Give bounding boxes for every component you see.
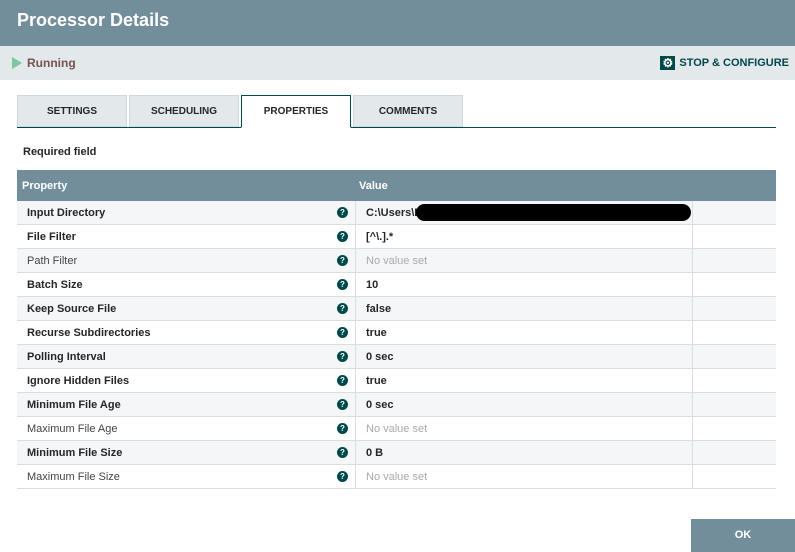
property-value-cell[interactable]: true xyxy=(355,321,693,344)
status-bar: Running ⚙ STOP & CONFIGURE xyxy=(0,46,795,80)
property-value: 10 xyxy=(366,279,379,291)
property-name: Maximum File Age xyxy=(27,423,118,435)
table-row[interactable]: Maximum File Age ? No value set xyxy=(17,417,776,441)
property-value: 0 sec xyxy=(366,351,394,363)
table-row[interactable]: File Filter ? [^\.].* xyxy=(17,225,776,249)
table-row[interactable]: Minimum File Size ? 0 B xyxy=(17,441,776,465)
property-value-cell[interactable]: false xyxy=(355,297,693,320)
table-row[interactable]: Polling Interval ? 0 sec xyxy=(17,345,776,369)
stop-configure-button[interactable]: ⚙ STOP & CONFIGURE xyxy=(660,56,789,70)
property-value-cell[interactable]: 0 sec xyxy=(355,345,693,368)
table-header: Property Value xyxy=(17,170,776,201)
property-name: Polling Interval xyxy=(27,351,106,363)
ok-button[interactable]: OK xyxy=(691,519,795,552)
property-value-cell[interactable]: C:\Users\B xyxy=(355,201,693,224)
property-value: 0 sec xyxy=(366,399,394,411)
help-icon[interactable]: ? xyxy=(337,423,348,434)
table-row[interactable]: Batch Size ? 10 xyxy=(17,273,776,297)
help-icon[interactable]: ? xyxy=(337,279,348,290)
tab-settings[interactable]: SETTINGS xyxy=(17,95,127,127)
help-icon[interactable]: ? xyxy=(337,399,348,410)
table-row[interactable]: Recurse Subdirectories ? true xyxy=(17,321,776,345)
table-row[interactable]: Keep Source File ? false xyxy=(17,297,776,321)
property-value: true xyxy=(366,327,387,339)
status-text: Running xyxy=(27,56,76,70)
dialog-title: Processor Details xyxy=(0,0,795,46)
gear-icon: ⚙ xyxy=(660,56,676,70)
property-name: Recurse Subdirectories xyxy=(27,327,151,339)
table-row[interactable]: Minimum File Age ? 0 sec xyxy=(17,393,776,417)
help-icon[interactable]: ? xyxy=(337,327,348,338)
property-value: true xyxy=(366,375,387,387)
table-row[interactable]: Ignore Hidden Files ? true xyxy=(17,369,776,393)
property-value: 0 B xyxy=(366,447,384,459)
property-value-cell[interactable]: No value set xyxy=(355,417,693,440)
table-row[interactable]: Input Directory ? C:\Users\B xyxy=(17,201,776,225)
property-value-cell[interactable]: No value set xyxy=(355,465,693,488)
property-name: Minimum File Age xyxy=(27,399,121,411)
property-name: Keep Source File xyxy=(27,303,117,315)
help-icon[interactable]: ? xyxy=(337,255,348,266)
property-name: Ignore Hidden Files xyxy=(27,375,130,387)
property-value-cell[interactable]: No value set xyxy=(355,249,693,272)
property-value-cell[interactable]: [^\.].* xyxy=(355,225,693,248)
tab-scheduling[interactable]: SCHEDULING xyxy=(129,95,239,127)
header-value: Value xyxy=(359,180,388,192)
help-icon[interactable]: ? xyxy=(337,471,348,482)
tab-divider xyxy=(17,127,776,128)
header-property: Property xyxy=(22,180,68,192)
run-status: Running xyxy=(12,56,76,70)
property-value: No value set xyxy=(366,255,428,267)
property-value-cell[interactable]: 10 xyxy=(355,273,693,296)
table-row[interactable]: Path Filter ? No value set xyxy=(17,249,776,273)
property-value-cell[interactable]: 0 B xyxy=(355,441,693,464)
tab-properties[interactable]: PROPERTIES xyxy=(241,95,351,128)
help-icon[interactable]: ? xyxy=(337,351,348,362)
property-name: File Filter xyxy=(27,231,76,243)
property-name: Input Directory xyxy=(27,207,106,219)
tab-comments[interactable]: COMMENTS xyxy=(353,95,463,127)
property-name: Minimum File Size xyxy=(27,447,123,459)
table-row[interactable]: Maximum File Size ? No value set xyxy=(17,465,776,489)
properties-table: Property Value Input Directory ? C:\User… xyxy=(17,170,776,489)
required-field-label: Required field xyxy=(23,146,97,158)
property-value: No value set xyxy=(366,423,428,435)
property-value-cell[interactable]: true xyxy=(355,369,693,392)
property-name: Maximum File Size xyxy=(27,471,120,483)
help-icon[interactable]: ? xyxy=(337,231,348,242)
stop-configure-label: STOP & CONFIGURE xyxy=(679,57,789,69)
help-icon[interactable]: ? xyxy=(337,207,348,218)
property-name: Path Filter xyxy=(27,255,78,267)
property-value-cell[interactable]: 0 sec xyxy=(355,393,693,416)
help-icon[interactable]: ? xyxy=(337,303,348,314)
property-value: No value set xyxy=(366,471,428,483)
help-icon[interactable]: ? xyxy=(337,375,348,386)
property-name: Batch Size xyxy=(27,279,83,291)
play-icon xyxy=(12,57,22,69)
property-value: false xyxy=(366,303,392,315)
property-value: C:\Users\B xyxy=(366,207,423,219)
help-icon[interactable]: ? xyxy=(337,447,348,458)
property-value: [^\.].* xyxy=(366,231,394,243)
redaction-mark xyxy=(416,204,691,221)
